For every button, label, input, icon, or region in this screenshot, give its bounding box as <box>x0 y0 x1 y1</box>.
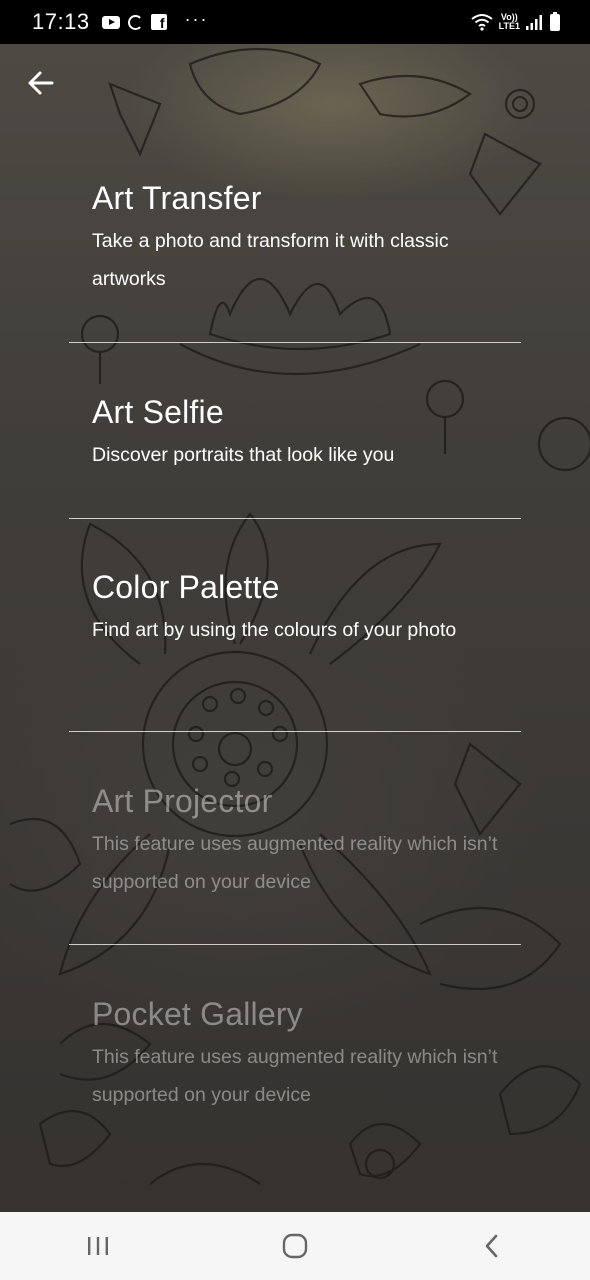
divider <box>69 731 521 732</box>
feature-description: Find art by using the colours of your ph… <box>92 619 457 641</box>
home-icon <box>282 1233 308 1259</box>
feature-description: This feature uses augmented reality whic… <box>92 833 498 893</box>
system-icons: Vo)) LTE1 <box>471 11 560 31</box>
feature-art-projector: Art Projector This feature uses augmente… <box>92 781 512 901</box>
volte-indicator: Vo)) LTE1 <box>499 13 520 31</box>
feature-pocket-gallery: Pocket Gallery This feature uses augment… <box>92 994 512 1114</box>
back-button[interactable] <box>24 66 58 100</box>
more-notifications-icon: ··· <box>184 8 209 29</box>
recent-apps-icon <box>88 1237 109 1255</box>
feature-title: Art Projector <box>92 783 273 819</box>
home-button[interactable] <box>265 1216 325 1276</box>
feature-art-selfie[interactable]: Art Selfie Discover portraits that look … <box>92 392 512 474</box>
notification-icons: f ··· <box>101 9 209 30</box>
feature-art-transfer[interactable]: Art Transfer Take a photo and transform … <box>92 178 512 298</box>
divider <box>69 342 521 343</box>
g-icon <box>127 14 143 30</box>
feature-color-palette[interactable]: Color Palette Find art by using the colo… <box>92 567 512 649</box>
facebook-icon: f <box>150 14 167 30</box>
status-bar: 17:13 f ··· Vo)) LTE1 <box>0 0 590 44</box>
system-back-button[interactable] <box>462 1216 522 1276</box>
divider <box>69 518 521 519</box>
system-nav-bar <box>0 1212 590 1280</box>
arrow-left-icon <box>28 71 54 95</box>
recent-apps-button[interactable] <box>68 1216 128 1276</box>
lte-label: LTE1 <box>498 21 520 31</box>
battery-icon <box>550 11 560 31</box>
signal-icon <box>526 15 542 30</box>
youtube-icon <box>101 15 120 29</box>
feature-description: Take a photo and transform it with class… <box>92 230 449 290</box>
feature-title: Art Selfie <box>92 394 224 430</box>
status-time: 17:13 <box>32 9 90 34</box>
feature-title: Art Transfer <box>92 180 262 216</box>
wifi-icon <box>471 14 493 31</box>
feature-title: Color Palette <box>92 569 280 605</box>
feature-title: Pocket Gallery <box>92 996 303 1032</box>
back-icon <box>485 1234 497 1258</box>
feature-description: This feature uses augmented reality whic… <box>92 1046 498 1106</box>
feature-description: Discover portraits that look like you <box>92 444 395 466</box>
divider <box>69 944 521 945</box>
